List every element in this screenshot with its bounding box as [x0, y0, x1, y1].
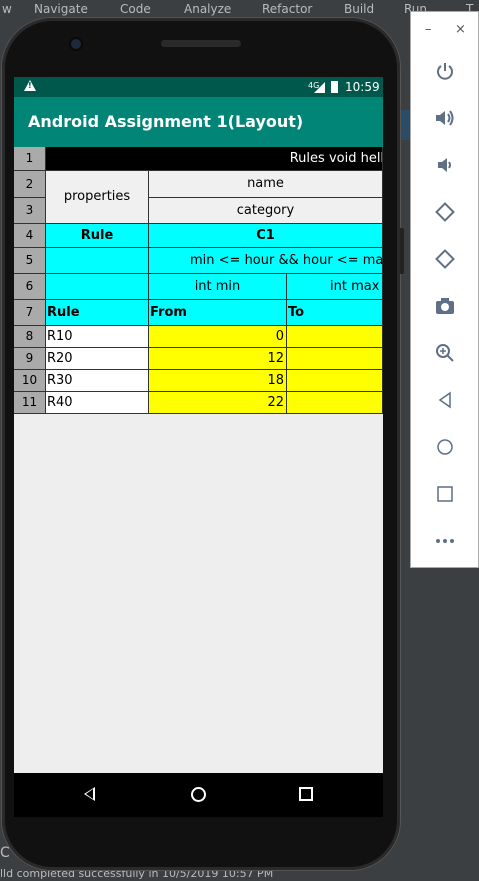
c1-header-cell[interactable]: C1: [149, 224, 383, 248]
ide-menu-build[interactable]: Build: [344, 0, 374, 18]
home-icon[interactable]: [433, 435, 457, 459]
to-cell[interactable]: [287, 326, 383, 348]
col-rule-header[interactable]: Rule: [46, 300, 149, 326]
front-camera-icon: [71, 39, 81, 49]
from-cell[interactable]: 22: [149, 392, 287, 414]
ide-menu-refactor[interactable]: Refactor: [262, 0, 312, 18]
overview-icon[interactable]: [433, 482, 457, 506]
battery-icon: [331, 81, 338, 93]
row-number-8: 8: [14, 326, 46, 348]
col-to-header[interactable]: To: [287, 300, 383, 326]
rule-header-cell[interactable]: Rule: [46, 224, 149, 248]
ide-menu-strip: w Navigate Code Analyze Refactor Build R…: [0, 0, 479, 18]
rule-cell[interactable]: R20: [46, 348, 149, 370]
ide-menu-navigate[interactable]: Navigate: [34, 0, 88, 18]
row-number-5: 5: [14, 248, 46, 274]
emulator-toolbar: – ×: [410, 11, 479, 568]
row-number-4: 4: [14, 224, 46, 248]
warning-icon: [24, 80, 36, 91]
rotate-right-icon[interactable]: [433, 247, 457, 271]
rules-name-text: Rules void hello: [289, 151, 383, 166]
zoom-icon[interactable]: [433, 341, 457, 365]
row-number-11: 11: [14, 392, 46, 414]
rotate-left-icon[interactable]: [433, 200, 457, 224]
nav-back-icon[interactable]: [84, 787, 95, 801]
condition-cell[interactable]: min <= hour && hour <= max: [149, 248, 383, 274]
col-from-header[interactable]: From: [149, 300, 287, 326]
category-cell[interactable]: category: [149, 198, 383, 224]
back-icon[interactable]: [433, 388, 457, 412]
properties-cell[interactable]: properties: [46, 171, 149, 224]
phone-side-button[interactable]: [400, 228, 404, 274]
volume-up-icon[interactable]: [433, 106, 457, 130]
device-screen: 4G 10:59 Android Assignment 1(Layout) 1 …: [14, 77, 383, 773]
power-icon[interactable]: [433, 59, 457, 83]
row-number-1: 1: [14, 147, 46, 171]
signal-icon: [314, 82, 325, 93]
empty-cyan-cell-2[interactable]: [46, 274, 149, 300]
row-number-6: 6: [14, 274, 46, 300]
minimize-button[interactable]: –: [425, 22, 432, 37]
ide-left-char: C: [0, 845, 10, 861]
app-title: Android Assignment 1(Layout): [28, 112, 304, 131]
volume-down-icon[interactable]: [433, 153, 457, 177]
speaker-grille: [161, 40, 241, 47]
from-cell[interactable]: 18: [149, 370, 287, 392]
row-number-9: 9: [14, 348, 46, 370]
rule-cell[interactable]: R10: [46, 326, 149, 348]
to-cell[interactable]: [287, 370, 383, 392]
row-number-7: 7: [14, 300, 46, 326]
rules-name-cell[interactable]: Rules void hello: [46, 147, 383, 171]
int-min-cell[interactable]: int min: [149, 274, 287, 300]
nav-overview-icon[interactable]: [299, 787, 313, 801]
name-cell[interactable]: name: [149, 171, 383, 198]
ide-menu-fragment-0[interactable]: w: [2, 0, 12, 18]
int-max-cell[interactable]: int max: [287, 274, 383, 300]
more-icon[interactable]: [433, 529, 457, 553]
nav-home-icon[interactable]: [191, 787, 206, 802]
empty-cyan-cell[interactable]: [46, 248, 149, 274]
status-bar: 4G 10:59: [14, 77, 383, 97]
to-cell[interactable]: [287, 392, 383, 414]
rule-cell[interactable]: R30: [46, 370, 149, 392]
ide-menu-code[interactable]: Code: [120, 0, 151, 18]
close-button[interactable]: ×: [455, 22, 466, 37]
row-number-2: 2: [14, 171, 46, 198]
from-cell[interactable]: 0: [149, 326, 287, 348]
row-number-10: 10: [14, 370, 46, 392]
status-time: 10:59: [345, 80, 380, 94]
app-bar: Android Assignment 1(Layout): [14, 97, 383, 147]
camera-icon[interactable]: [433, 294, 457, 318]
rule-cell[interactable]: R40: [46, 392, 149, 414]
from-cell[interactable]: 12: [149, 348, 287, 370]
row-number-3: 3: [14, 198, 46, 224]
ide-menu-analyze[interactable]: Analyze: [184, 0, 231, 18]
to-cell[interactable]: [287, 348, 383, 370]
nav-bar: [14, 773, 383, 817]
